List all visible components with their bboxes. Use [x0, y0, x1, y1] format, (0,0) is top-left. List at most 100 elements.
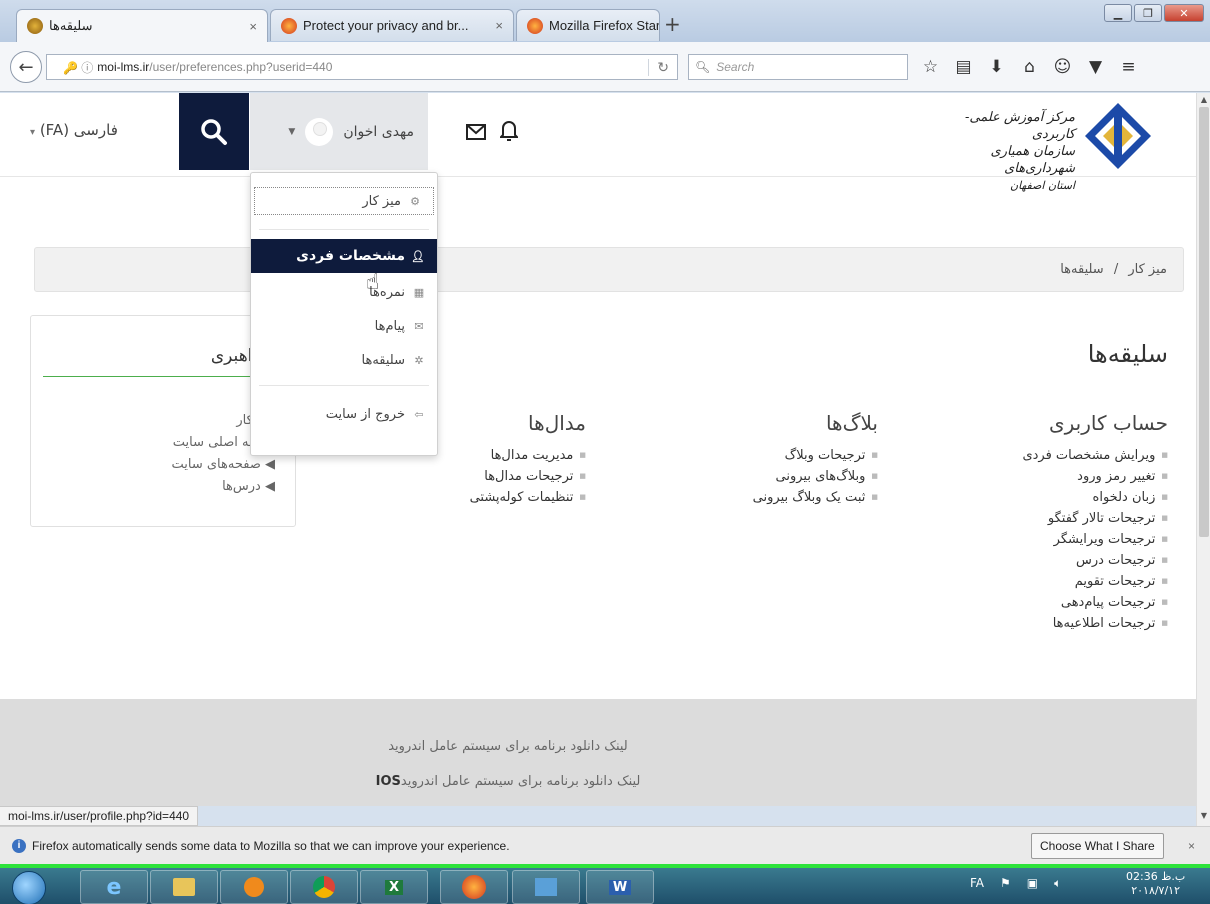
- pref-link[interactable]: ترجیحات اطلاعیه‌ها: [968, 613, 1168, 634]
- chrome-taskbar-icon[interactable]: [290, 870, 358, 904]
- home-icon[interactable]: ⌂: [1013, 56, 1046, 78]
- tab-preferences[interactable]: سلیقه‌ها ×: [16, 9, 268, 42]
- footer-ios-link[interactable]: لینک دانلود برنامه برای سیستم عامل اندرو…: [0, 774, 1196, 789]
- pref-link[interactable]: ترجیحات مدال‌ها: [386, 466, 586, 487]
- expand-arrow-icon: ◀: [260, 479, 275, 494]
- pref-link[interactable]: ترجیحات ویرایشگر: [968, 529, 1168, 550]
- logo-emblem-icon: [1085, 103, 1151, 169]
- pref-link[interactable]: ترجیحات پیام‌دهی: [968, 592, 1168, 613]
- language-selector[interactable]: فارسی (FA) ▾: [30, 121, 118, 139]
- bookmark-star-icon[interactable]: ☆: [914, 56, 947, 78]
- new-tab-button[interactable]: +: [664, 14, 681, 34]
- menu-item-profile[interactable]: 👤︎ مشخصات فردی: [251, 239, 437, 273]
- hand-cursor-icon: ☝: [366, 270, 380, 295]
- language-indicator[interactable]: FA: [970, 876, 984, 891]
- site-logo[interactable]: مرکز آموزش علمی-کاربردی سازمان همیاری شه…: [935, 101, 1160, 192]
- chevron-down-icon: ▾: [30, 127, 36, 138]
- pref-link[interactable]: ترجیحات تقویم: [968, 571, 1168, 592]
- tab-firefox-start[interactable]: Mozilla Firefox Start Page ×: [516, 9, 660, 41]
- user-dropdown-menu: ⚙ میز کار 👤︎ مشخصات فردی ▦ نمره‌ها ✉ پیا…: [250, 172, 438, 456]
- url-bar[interactable]: 🔑 ⓘ moi-lms.ir/user/preferences.php?user…: [46, 54, 678, 80]
- pref-link[interactable]: ویرایش مشخصات فردی: [968, 445, 1168, 466]
- info-icon: i: [12, 838, 26, 853]
- volume-icon[interactable]: 🔈︎: [1054, 876, 1061, 891]
- system-tray: FA ⚑ ▣ 🔈︎: [970, 876, 1077, 891]
- preferences-links-list: ویرایش مشخصات فردی تغییر رمز ورود زبان د…: [968, 445, 1168, 634]
- menu-item-messages[interactable]: ✉ پیام‌ها: [251, 309, 437, 343]
- nav-item-site-pages[interactable]: ◀ صفحه‌های سایت: [75, 454, 275, 476]
- messages-icon[interactable]: [466, 121, 486, 145]
- navigation-list: میز کار صفحه اصلی سایت ◀ صفحه‌های سایت ◀…: [75, 410, 275, 498]
- scrollbar-thumb[interactable]: [1199, 107, 1209, 537]
- taskbar-clock[interactable]: 02:36 ب.ظ ۲۰۱۸/۷/۱۲: [1126, 870, 1185, 898]
- pref-link[interactable]: ترجیحات تالار گفتگو: [968, 508, 1168, 529]
- downloads-icon[interactable]: ⬇: [980, 56, 1013, 78]
- pref-link[interactable]: تغییر رمز ورود: [968, 466, 1168, 487]
- language-label: فارسی (FA): [39, 121, 118, 139]
- pref-link[interactable]: وبلاگ‌های بیرونی: [678, 466, 878, 487]
- page-title: سلیقه‌ها: [1087, 340, 1168, 368]
- media-player-taskbar-icon[interactable]: [220, 870, 288, 904]
- explorer-taskbar-icon[interactable]: [150, 870, 218, 904]
- pocket-icon[interactable]: ▼: [1079, 56, 1112, 78]
- user-name: مهدی اخوان: [343, 123, 414, 140]
- menu-item-preferences[interactable]: ✲ سلیقه‌ها: [251, 343, 437, 377]
- breadcrumb-separator: /: [1113, 262, 1119, 277]
- start-button[interactable]: [12, 871, 46, 904]
- dashboard-icon: ⚙: [410, 194, 420, 208]
- browser-navbar: ← 🔑 ⓘ moi-lms.ir/user/preferences.php?us…: [0, 42, 1210, 92]
- reading-list-icon[interactable]: ▤: [947, 56, 980, 78]
- pref-link[interactable]: ترجیحات درس: [968, 550, 1168, 571]
- user-menu-toggle[interactable]: مهدی اخوان ▼: [250, 93, 428, 170]
- menu-item-dashboard[interactable]: ⚙ میز کار: [254, 187, 434, 215]
- scroll-up-icon[interactable]: ▲: [1197, 95, 1210, 104]
- footer-android-link[interactable]: لینک دانلود برنامه برای سیستم عامل اندرو…: [0, 739, 1196, 754]
- tab-privacy[interactable]: Protect your privacy and br... ×: [270, 9, 514, 41]
- menu-item-grades[interactable]: ▦ نمره‌ها: [251, 275, 437, 309]
- app-taskbar-icon[interactable]: [512, 870, 580, 904]
- nav-item-site-home[interactable]: صفحه اصلی سایت: [75, 432, 275, 454]
- choose-what-i-share-button[interactable]: Choose What I Share: [1031, 833, 1164, 859]
- network-icon[interactable]: ▣: [1027, 876, 1038, 891]
- search-input[interactable]: 🔍︎ Search: [688, 54, 908, 80]
- pref-link[interactable]: ثبت یک وبلاگ بیرونی: [678, 487, 878, 508]
- preferences-links-list: ترجیحات وبلاگ وبلاگ‌های بیرونی ثبت یک وب…: [678, 445, 878, 508]
- section-heading: بلاگ‌ها: [825, 411, 878, 435]
- hello-icon[interactable]: ☺: [1046, 56, 1079, 78]
- tab-close-icon[interactable]: ×: [241, 19, 257, 34]
- menu-icon[interactable]: ≡: [1112, 56, 1145, 78]
- reload-icon[interactable]: ↻: [648, 58, 677, 76]
- nav-item-dashboard[interactable]: میز کار: [75, 410, 275, 432]
- breadcrumb-home-link[interactable]: میز کار: [1128, 262, 1167, 277]
- ie-taskbar-icon[interactable]: e: [80, 870, 148, 904]
- pref-link[interactable]: ترجیحات وبلاگ: [678, 445, 878, 466]
- close-icon[interactable]: ×: [1188, 839, 1195, 853]
- pref-link[interactable]: زبان دلخواه: [968, 487, 1168, 508]
- site-favicon-icon: [27, 18, 43, 34]
- back-button[interactable]: ←: [10, 51, 42, 83]
- page-scrollbar[interactable]: ▲ ▼: [1196, 93, 1210, 826]
- url-path: /user/preferences.php?userid=440: [149, 60, 333, 74]
- breadcrumb-current: سلیقه‌ها: [1060, 262, 1104, 277]
- site-info-icon[interactable]: 🔑 ⓘ: [47, 59, 97, 76]
- browser-toolbar: ☆ ▤ ⬇ ⌂ ☺ ▼ ≡: [914, 56, 1145, 78]
- bell-icon: [498, 121, 520, 141]
- word-taskbar-icon[interactable]: W: [586, 870, 654, 904]
- windows-taskbar: e X W FA ⚑ ▣ 🔈︎ 02:36 ب.ظ ۲۰۱۸/۷/۱۲: [0, 864, 1210, 904]
- pref-link[interactable]: تنظیمات کوله‌پشتی: [386, 487, 586, 508]
- nav-item-courses[interactable]: ◀ درس‌ها: [75, 476, 275, 498]
- firefox-favicon-icon: [527, 17, 543, 34]
- firefox-taskbar-icon[interactable]: [440, 870, 508, 904]
- maximize-button[interactable]: ❐: [1134, 4, 1162, 22]
- close-window-button[interactable]: ✕: [1164, 4, 1204, 22]
- site-search-button[interactable]: [179, 93, 249, 170]
- firefox-favicon-icon: [281, 17, 297, 34]
- notifications-icon[interactable]: [498, 119, 520, 146]
- menu-item-logout[interactable]: ⇦ خروج از سایت: [251, 397, 437, 431]
- block-divider: [43, 376, 283, 377]
- scroll-down-icon[interactable]: ▼: [1197, 811, 1210, 820]
- excel-taskbar-icon[interactable]: X: [360, 870, 428, 904]
- minimize-button[interactable]: ▁: [1104, 4, 1132, 22]
- flag-icon[interactable]: ⚑: [1000, 876, 1011, 891]
- tab-close-icon[interactable]: ×: [487, 18, 503, 33]
